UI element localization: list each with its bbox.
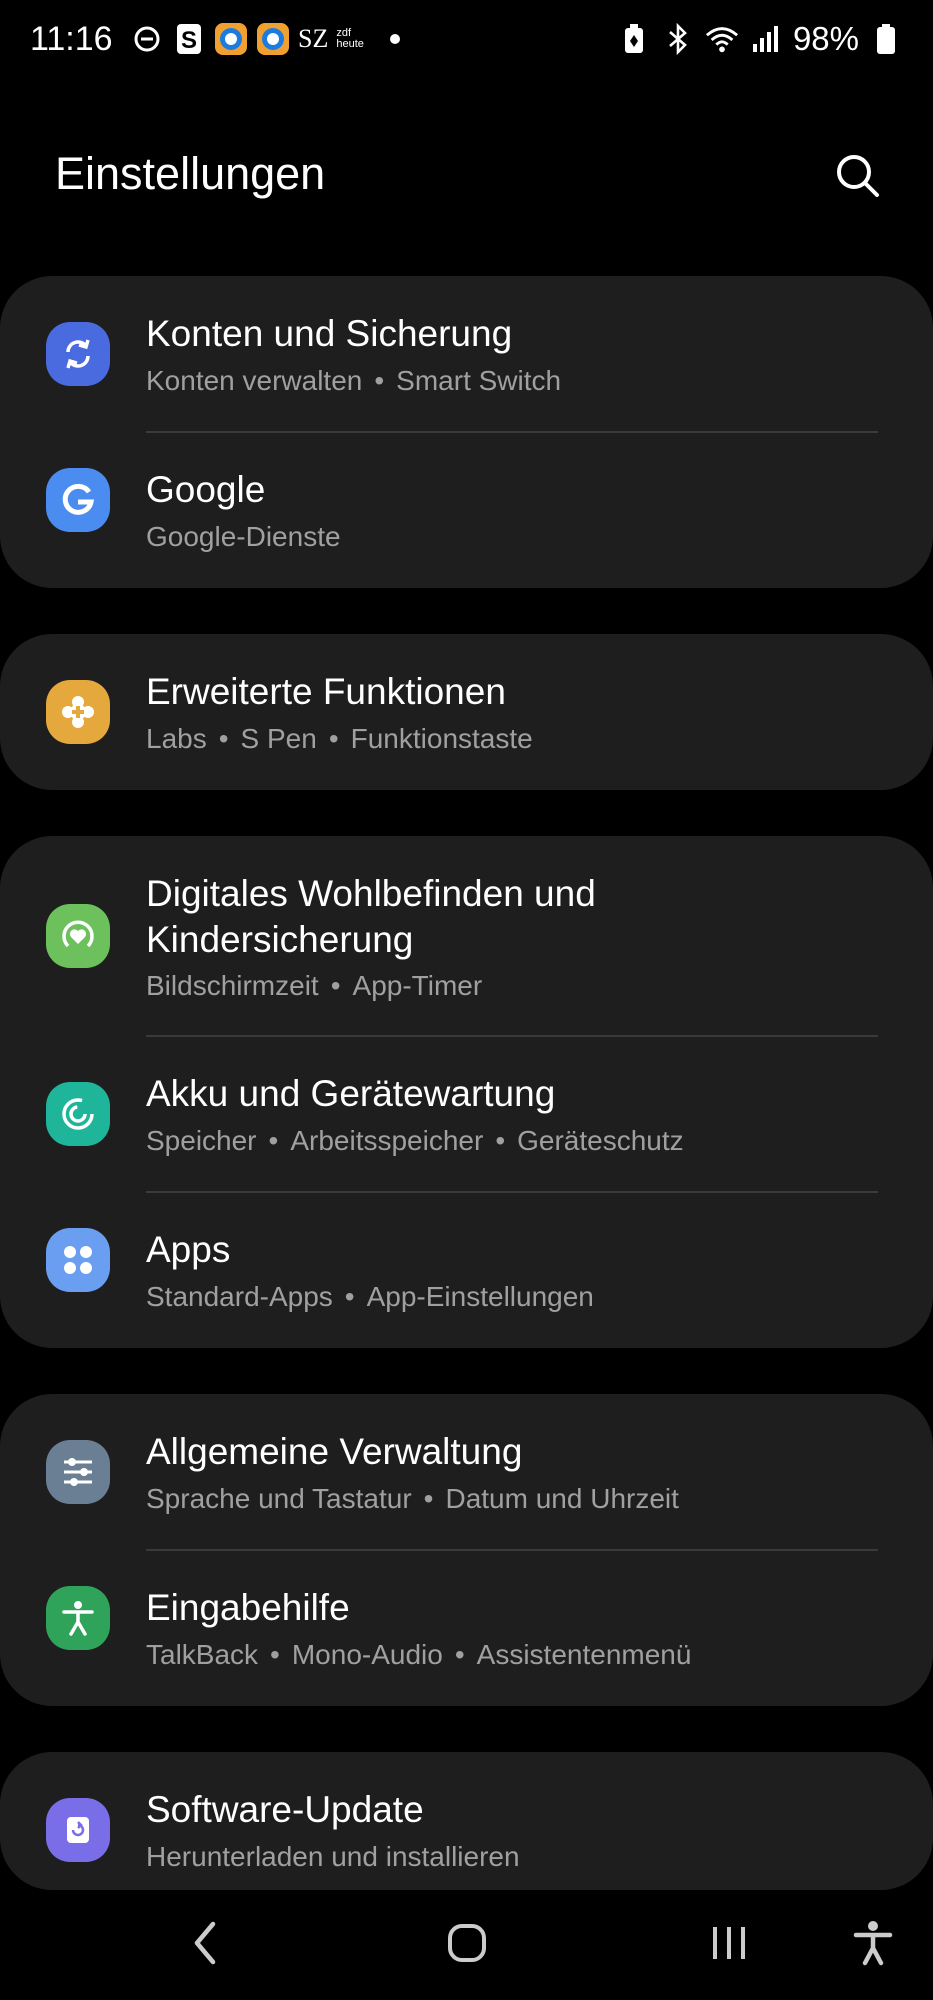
google-icon [46,468,110,532]
item-title: Eingabehilfe [146,1587,350,1628]
recent-apps-button[interactable] [694,1910,764,1980]
search-icon [830,155,886,208]
item-title: Software-Update [146,1789,424,1830]
settings-item-google[interactable]: Google Google-Dienste [0,432,933,588]
more-notifications-dot-icon [378,22,412,56]
settings-item-apps[interactable]: Apps Standard-Apps • App-Einstellungen [0,1192,933,1348]
sz-app-label: SZ [298,24,329,53]
item-subtitle: Bildschirmzeit • App-Timer [146,970,483,1001]
s-app-icon: S [172,22,206,56]
item-subtitle: Labs • S Pen • Funktionstaste [146,723,533,754]
settings-item-eingabehilfe[interactable]: Eingabehilfe TalkBack • Mono-Audio • Assiste… [0,1550,933,1706]
item-subtitle: Google-Dienste [146,521,341,552]
wellbeing-icon [46,904,110,968]
item-title: Akku und Gerätewartung [146,1073,556,1114]
item-subtitle: Standard-Apps • App-Einstellungen [146,1281,594,1312]
item-title: Erweiterte Funktionen [146,671,506,712]
bluetooth-icon [661,22,695,56]
settings-card-general: Allgemeine Verwaltung Sprache und Tastat… [0,1394,933,1706]
status-time: 11:16 [30,20,113,58]
recent-apps-icon [707,1921,751,1970]
item-subtitle: TalkBack • Mono-Audio • Assistentenmenü [146,1639,692,1670]
item-title: Konten und Sicherung [146,313,513,354]
item-subtitle: Herunterladen und installieren [146,1841,520,1872]
back-icon [185,1918,225,1973]
search-button[interactable] [830,148,886,204]
settings-item-allgemeine-verwaltung[interactable]: Allgemeine Verwaltung Sprache und Tastat… [0,1394,933,1550]
zdf-app-label: zdf heute [336,27,364,50]
q-app-icon [214,22,248,56]
device-care-icon [46,1082,110,1146]
home-icon [445,1921,489,1970]
apps-icon [46,1228,110,1292]
item-title: Allgemeine Verwaltung [146,1431,523,1472]
item-subtitle: Speicher • Arbeitsspeicher • Geräteschutz [146,1125,684,1156]
accessibility-shortcut-icon [851,1919,895,1972]
settings-card-device: Digitales Wohlbefinden und Kindersicheru… [0,836,933,1348]
settings-card-advanced: Erweiterte Funktionen Labs • S Pen • Funktio… [0,634,933,790]
battery-percentage: 98% [792,20,859,57]
back-button[interactable] [170,1910,240,1980]
do-not-disturb-icon [130,22,164,56]
settings-item-erweiterte-funktionen[interactable]: Erweiterte Funktionen Labs • S Pen • Funktio… [0,634,933,790]
settings-card-accounts: Konten und Sicherung Konten verwalten • Sm… [0,276,933,588]
accessibility-shortcut-button[interactable] [838,1910,908,1980]
item-subtitle: Sprache und Tastatur • Datum und Uhrzeit [146,1483,679,1514]
item-title: Apps [146,1229,231,1270]
settings-card-update: Software-Update Herunterladen und instal… [0,1752,933,1890]
status-bar: 11:16 S SZ zdf heute 98% [0,0,933,84]
item-title: Google [146,469,266,510]
battery-saver-icon [617,22,651,56]
page-title: Einstellungen [55,148,326,199]
settings-item-digitales-wohlbefinden[interactable]: Digitales Wohlbefinden und Kindersicheru… [0,836,933,1036]
home-button[interactable] [432,1910,502,1980]
battery-icon [869,22,903,56]
status-system-icons: 98% [617,20,903,58]
item-subtitle: Konten verwalten • Smart Switch [146,365,562,396]
accessibility-icon [46,1586,110,1650]
update-icon [46,1798,110,1862]
navigation-bar [0,1890,933,2000]
settings-item-software-update[interactable]: Software-Update Herunterladen und instal… [0,1752,933,1890]
puzzle-icon [46,680,110,744]
wifi-icon [705,22,739,56]
signal-icon [749,22,783,56]
settings-item-konten-und-sicherung[interactable]: Konten und Sicherung Konten verwalten • Sm… [0,276,933,432]
item-title: Digitales Wohlbefinden und Kindersicheru… [146,873,596,960]
sync-icon [46,322,110,386]
q-app-icon-2 [256,22,290,56]
settings-item-akku-und-geraetewartung[interactable]: Akku und Gerätewartung Speicher • Arbeitss… [0,1036,933,1192]
status-notification-icons: S SZ zdf heute [130,22,412,56]
svg-text:S: S [181,27,197,54]
sliders-icon [46,1440,110,1504]
